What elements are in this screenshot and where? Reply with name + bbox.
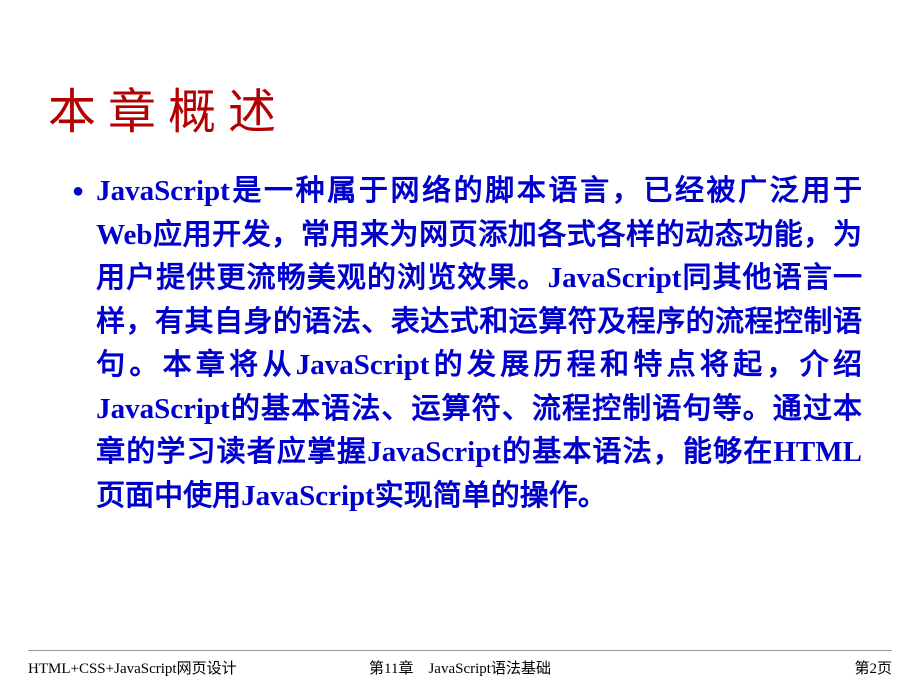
footer-book-title: HTML+CSS+JavaScript网页设计 (28, 657, 316, 678)
footer-text-row: HTML+CSS+JavaScript网页设计 第11章 JavaScript语… (28, 657, 892, 678)
slide-title: 本章概述 (0, 0, 920, 142)
slide-footer: HTML+CSS+JavaScript网页设计 第11章 JavaScript语… (0, 650, 920, 678)
bullet-icon: ● (72, 180, 84, 203)
content-area: ● JavaScript是一种属于网络的脚本语言，已经被广泛用于Web应用开发，… (0, 142, 920, 518)
footer-page-number: 第2页 (604, 657, 892, 678)
paragraph-text: JavaScript是一种属于网络的脚本语言，已经被广泛用于Web应用开发，常用… (96, 170, 862, 518)
footer-chapter: 第11章 JavaScript语法基础 (316, 657, 604, 678)
bullet-item: ● JavaScript是一种属于网络的脚本语言，已经被广泛用于Web应用开发，… (72, 170, 862, 518)
footer-divider (28, 650, 892, 651)
